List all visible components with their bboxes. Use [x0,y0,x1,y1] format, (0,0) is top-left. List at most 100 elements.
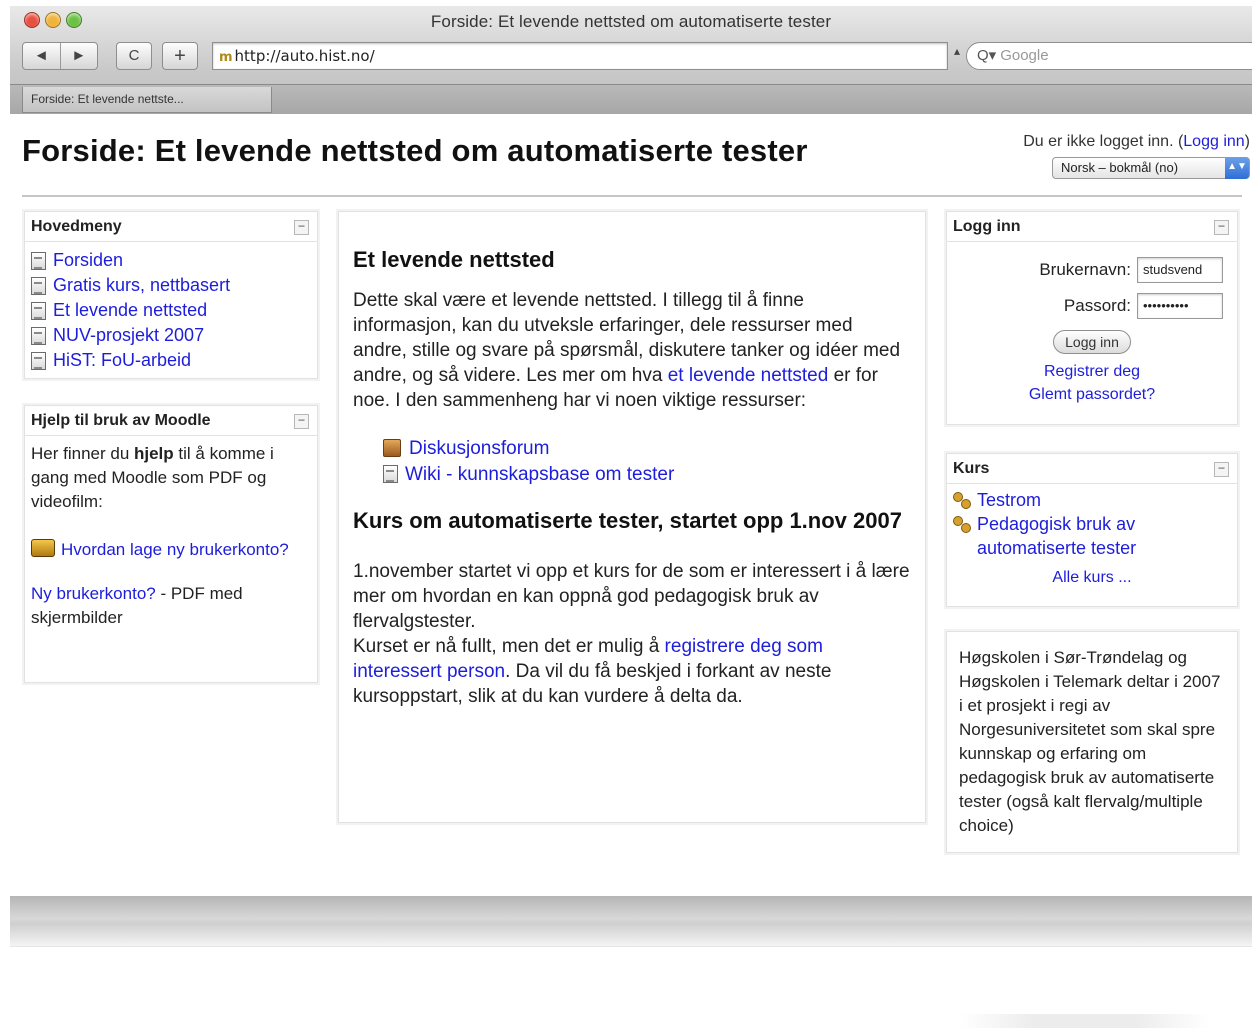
courses-block: Kurs − Testrom Pedagogisk bruk av automa… [946,453,1238,607]
help-content: Her finner du hjelp til å komme i gang m… [25,436,317,636]
login-link[interactable]: Logg inn [1183,133,1244,150]
help-pdf: Ny brukerkonto? - PDF med skjermbilder [31,582,311,630]
courses-title: Kurs [953,460,990,477]
menu-item-levende-nettsted[interactable]: Et levende nettsted [31,298,311,323]
collapse-icon[interactable]: − [294,220,309,235]
help-intro-text: Her finner du [31,444,134,463]
menu-item-label[interactable]: Forsiden [53,248,123,273]
browser-toolbar: ◄ ► C + m http://auto.hist.no/ ▴ Q▾ Google [22,42,1252,74]
collapse-icon[interactable]: − [1214,220,1229,235]
web-page: Forside: Et levende nettsted om automati… [10,115,1252,905]
menu-item-label[interactable]: Gratis kurs, nettbasert [53,273,230,298]
help-title: Hjelp til bruk av Moodle [31,412,211,429]
help-pdf-link[interactable]: Ny brukerkonto? [31,584,156,603]
password-field[interactable]: •••••••••• [1137,293,1223,319]
username-row: Brukernavn: studsvend [947,252,1237,288]
collapse-icon[interactable]: − [294,414,309,429]
resource-label[interactable]: Diskusjonsforum [409,436,549,461]
help-video-link[interactable]: Hvordan lage ny brukerkonto? [61,540,289,559]
password-label: Passord: [1063,296,1131,315]
tab-bar: Forside: Et levende nettste... [10,84,1252,114]
info-block: Høgskolen i Sør-Trøndelag og Høgskolen i… [946,631,1238,853]
help-intro: Her finner du hjelp til å komme i gang m… [31,442,311,514]
course-icon [953,492,971,509]
document-icon [31,351,46,370]
password-row: Passord: •••••••••• [947,288,1237,324]
course-item-testrom[interactable]: Testrom [953,488,1231,512]
forum-icon [383,439,401,457]
back-button[interactable]: ◄ [23,43,61,69]
intro-paragraph: Dette skal være et levende nettsted. I t… [353,288,911,413]
footer-divider [10,946,1252,947]
language-select-value: Norsk – bokmål (no) [1061,160,1179,175]
main-menu-list: Forsiden Gratis kurs, nettbasert Et leve… [25,242,317,379]
document-icon [31,251,46,270]
browser-tab[interactable]: Forside: Et levende nettste... [22,87,272,113]
resource-forum[interactable]: Diskusjonsforum [383,435,911,461]
login-status-end: ) [1244,133,1250,150]
resource-list: Diskusjonsforum Wiki - kunnskapsbase om … [383,435,911,487]
header-divider [22,195,1242,197]
menu-item-nuv-prosjekt[interactable]: NUV-prosjekt 2007 [31,323,311,348]
help-intro-bold: hjelp [134,444,174,463]
levende-nettsted-link[interactable]: et levende nettsted [668,365,829,386]
username-label: Brukernavn: [1039,260,1131,279]
course-icon [953,516,971,533]
search-field[interactable]: Q▾ Google [966,42,1252,70]
course-label[interactable]: Pedagogisk bruk av automatiserte tester [977,512,1231,560]
document-icon [31,276,46,295]
menu-item-label[interactable]: HiST: FoU-arbeid [53,348,191,373]
register-text: Kurset er nå fullt, men det er mulig å [353,636,665,657]
menu-item-label[interactable]: NUV-prosjekt 2007 [53,323,204,348]
select-arrows-icon: ▲▼ [1225,157,1249,179]
collapse-icon[interactable]: − [1214,462,1229,477]
back-forward-buttons: ◄ ► [22,42,98,70]
document-icon [31,301,46,320]
course-label[interactable]: Testrom [977,488,1041,512]
login-title: Logg inn [953,218,1021,235]
login-button[interactable]: Logg inn [1053,330,1131,354]
main-menu-block: Hovedmeny − Forsiden Gratis kurs, nettba… [24,211,318,379]
section-heading-kurs: Kurs om automatiserte tester, startet op… [353,508,902,533]
login-status-text: Du er ikke logget inn. ( [1023,133,1184,150]
resource-wiki[interactable]: Wiki - kunnskapsbase om tester [383,461,911,487]
browser-titlebar: Forside: Et levende nettsted om automati… [10,6,1252,114]
register-link[interactable]: Registrer deg [1044,363,1140,380]
main-content-block: Et levende nettsted Dette skal være et l… [338,211,926,823]
all-courses-row: Alle kurs ... [953,566,1231,589]
search-placeholder: Google [1000,47,1049,64]
wiki-icon [383,465,398,483]
login-block: Logg inn − Brukernavn: studsvend Passord… [946,211,1238,425]
main-content: Et levende nettsted Dette skal være et l… [339,212,925,709]
forgot-password-link[interactable]: Glemt passordet? [1029,386,1155,403]
all-courses-link[interactable]: Alle kurs ... [1052,569,1131,586]
login-info: Du er ikke logget inn. (Logg inn) [1023,133,1250,151]
login-header: Logg inn − [947,212,1237,242]
register-link-row: Registrer deg [947,360,1237,383]
reload-button[interactable]: C [116,42,152,70]
page-title: Forside: Et levende nettsted om automati… [22,133,808,168]
username-field[interactable]: studsvend [1137,257,1223,283]
document-icon [31,326,46,345]
resource-label[interactable]: Wiki - kunnskapsbase om tester [405,462,674,487]
address-dropdown-icon[interactable]: ▴ [954,44,960,58]
info-text: Høgskolen i Sør-Trøndelag og Høgskolen i… [959,648,1221,835]
address-url: http://auto.hist.no/ [234,47,375,65]
search-icon: Q▾ [977,47,997,64]
address-bar[interactable]: m http://auto.hist.no/ [212,42,948,70]
browser-window: Forside: Et levende nettsted om automati… [10,6,1252,1028]
menu-item-label[interactable]: Et levende nettsted [53,298,207,323]
section-heading-levende: Et levende nettsted [353,247,555,272]
menu-item-hist-fou[interactable]: HiST: FoU-arbeid [31,348,311,373]
language-select[interactable]: Norsk – bokmål (no) ▲▼ [1052,157,1250,179]
footer-faded-text [960,1014,1210,1028]
forgot-link-row: Glemt passordet? [947,383,1237,406]
help-video: Hvordan lage ny brukerkonto? [31,538,311,562]
main-menu-title: Hovedmeny [31,218,122,235]
window-title: Forside: Et levende nettsted om automati… [430,12,832,31]
forward-button[interactable]: ► [61,43,98,69]
menu-item-gratis-kurs[interactable]: Gratis kurs, nettbasert [31,273,311,298]
menu-item-forsiden[interactable]: Forsiden [31,248,311,273]
course-item-pedagogisk[interactable]: Pedagogisk bruk av automatiserte tester [953,512,1231,560]
add-bookmark-button[interactable]: + [162,42,198,70]
